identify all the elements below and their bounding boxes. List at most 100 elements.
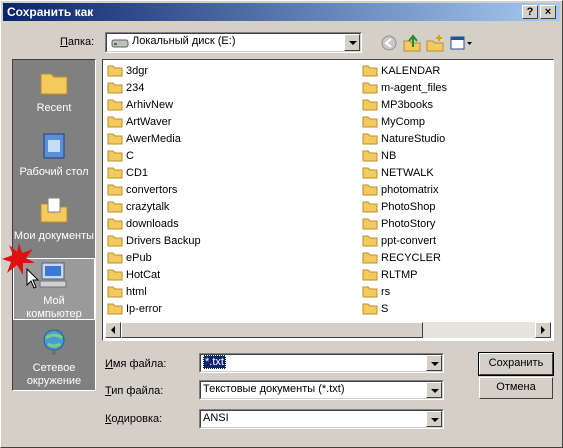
list-item[interactable]: MP3books	[362, 97, 433, 113]
mouse-cursor-icon	[26, 268, 40, 289]
filetype-label: Тип файла:	[105, 385, 164, 397]
list-item[interactable]: RLTMP	[362, 267, 417, 283]
scroll-thumb[interactable]	[121, 322, 423, 338]
file-name: AwerMedia	[126, 133, 181, 145]
folder-icon	[362, 252, 378, 264]
lookin-value: Локальный диск (E:)	[132, 35, 236, 47]
folder-icon	[362, 150, 378, 162]
file-name: photomatrix	[381, 184, 439, 196]
chevron-down-icon[interactable]	[426, 355, 442, 371]
place-network[interactable]: Сетевое окружение	[13, 326, 95, 387]
folder-icon	[362, 99, 378, 111]
filename-combo[interactable]: *.txt	[199, 353, 444, 373]
list-item[interactable]: Drivers Backup	[107, 233, 201, 249]
save-as-dialog: Сохранить как ? × Папка: Локальный диск …	[0, 0, 563, 448]
back-icon[interactable]	[379, 33, 399, 53]
chevron-down-icon[interactable]	[344, 34, 360, 51]
list-item[interactable]: ppt-convert	[362, 233, 436, 249]
folder-icon	[107, 116, 123, 128]
file-name: C	[126, 150, 134, 162]
view-menu-icon[interactable]	[449, 33, 473, 53]
file-name: ePub	[126, 252, 152, 264]
encoding-combo[interactable]: ANSI	[199, 409, 444, 429]
file-list[interactable]: 3dgr 234 ArhivNew ArtWaver AwerMedia C CD1 conv…	[102, 59, 554, 341]
recent-folder-icon	[40, 73, 68, 95]
desktop-icon	[43, 133, 65, 159]
list-item[interactable]: MyComp	[362, 114, 425, 130]
file-name: KALENDAR	[381, 65, 441, 77]
list-item[interactable]: ePub	[107, 250, 152, 266]
file-name: MP3books	[381, 99, 433, 111]
list-item[interactable]: 3dgr	[107, 63, 148, 79]
file-name: NatureStudio	[381, 133, 446, 145]
list-item[interactable]: rs	[362, 284, 390, 300]
file-name: 3dgr	[126, 65, 149, 77]
list-item[interactable]: 234	[107, 80, 144, 96]
list-item[interactable]: html	[107, 284, 147, 300]
lookin-label: Папка:	[60, 36, 95, 48]
list-item[interactable]: NB	[362, 148, 396, 164]
list-item[interactable]: C	[107, 148, 134, 164]
chevron-down-icon[interactable]	[426, 411, 442, 427]
folder-icon	[107, 65, 123, 77]
title-bar[interactable]: Сохранить как ? ×	[3, 3, 560, 21]
folder-icon	[362, 303, 378, 315]
list-item[interactable]: NETWALK	[362, 165, 434, 181]
list-item[interactable]: NatureStudio	[362, 131, 445, 147]
file-name: downloads	[126, 218, 179, 230]
list-item[interactable]: RECYCLER	[362, 250, 441, 266]
save-button[interactable]: Сохранить	[478, 352, 554, 376]
filename-label: Имя файла:	[105, 358, 167, 370]
hard-drive-icon	[111, 39, 129, 48]
list-item[interactable]: AwerMedia	[107, 131, 181, 147]
lookin-combo[interactable]: Локальный диск (E:)	[105, 32, 362, 53]
list-item[interactable]: downloads	[107, 216, 179, 232]
file-name: CD1	[126, 167, 149, 179]
place-desktop[interactable]: Рабочий стол	[13, 130, 95, 182]
folder-icon	[107, 269, 123, 281]
help-button[interactable]: ?	[522, 5, 538, 19]
file-name: S	[381, 303, 389, 315]
list-item[interactable]: CD1	[107, 165, 148, 181]
filetype-value: Текстовые документы (*.txt)	[203, 383, 345, 395]
folder-icon	[107, 201, 123, 213]
list-item[interactable]: ArtWaver	[107, 114, 171, 130]
list-item[interactable]: ArhivNew	[107, 97, 173, 113]
encoding-value: ANSI	[203, 412, 229, 424]
horizontal-scrollbar[interactable]	[105, 322, 551, 338]
place-recent[interactable]: Recent	[13, 66, 95, 118]
my-documents-icon	[40, 197, 68, 223]
filetype-combo[interactable]: Текстовые документы (*.txt)	[199, 380, 444, 400]
file-name: PhotoShop	[381, 201, 436, 213]
folder-icon	[362, 167, 378, 179]
folder-icon	[362, 65, 378, 77]
places-bar: Recent Рабочий стол Мои документы Мой ко…	[12, 59, 96, 391]
new-folder-icon[interactable]	[425, 33, 445, 53]
scroll-left-button[interactable]	[105, 322, 121, 338]
list-item[interactable]: crazytalk	[107, 199, 169, 215]
list-item[interactable]: HotCat	[107, 267, 160, 283]
folder-icon	[107, 150, 123, 162]
folder-icon	[107, 99, 123, 111]
list-item[interactable]: PhotoShop	[362, 199, 435, 215]
up-folder-icon[interactable]	[402, 33, 422, 53]
cancel-button[interactable]: Отмена	[479, 377, 553, 399]
folder-icon	[107, 133, 123, 145]
chevron-down-icon[interactable]	[426, 382, 442, 398]
list-item[interactable]: KALENDAR	[362, 63, 440, 79]
list-item[interactable]: photomatrix	[362, 182, 438, 198]
list-item[interactable]: S	[362, 301, 388, 317]
file-name: ArtWaver	[126, 116, 172, 128]
my-computer-icon	[39, 262, 67, 288]
file-name: m-agent_files	[381, 82, 448, 94]
folder-icon	[362, 286, 378, 298]
scroll-right-button[interactable]	[535, 322, 551, 338]
list-item[interactable]: m-agent_files	[362, 80, 447, 96]
list-item[interactable]: Ip-error	[107, 301, 162, 317]
folder-icon	[107, 82, 123, 94]
list-item[interactable]: PhotoStory	[362, 216, 435, 232]
close-button[interactable]: ×	[540, 5, 556, 19]
folder-icon	[107, 184, 123, 196]
folder-icon	[362, 218, 378, 230]
list-item[interactable]: convertors	[107, 182, 177, 198]
